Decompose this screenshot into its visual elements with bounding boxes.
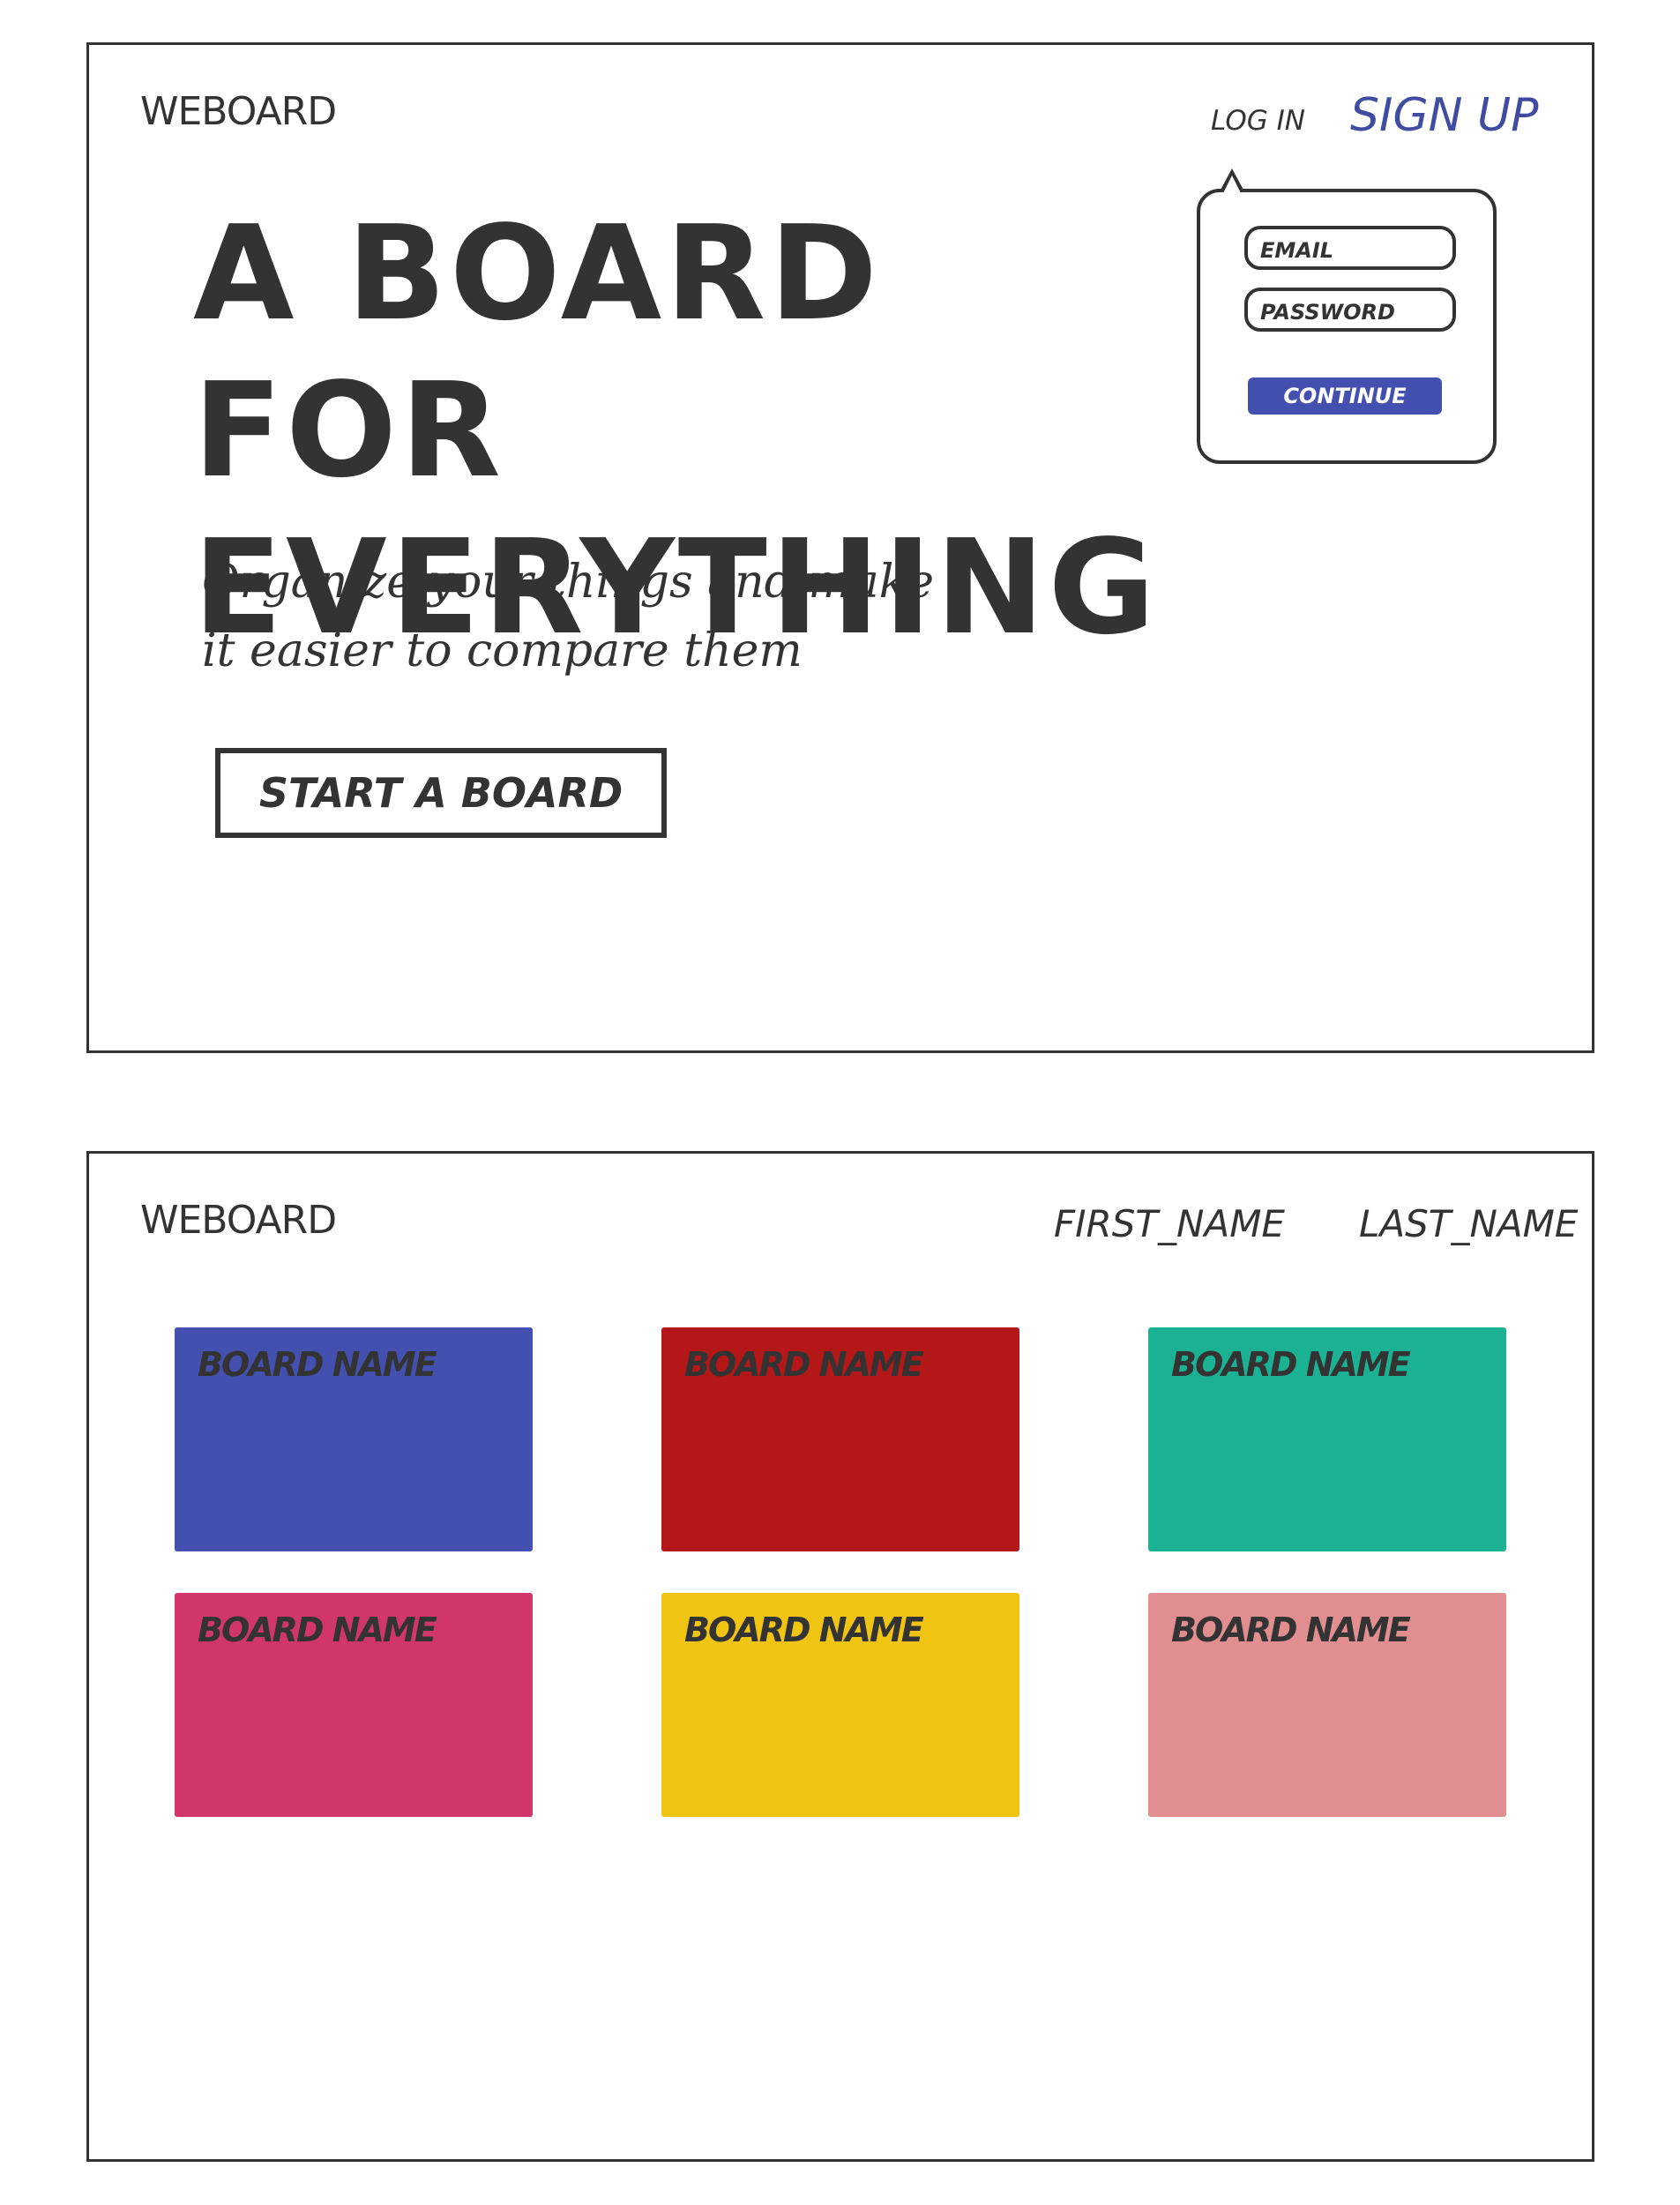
board-card[interactable]: BOARD NAME: [1148, 1593, 1506, 1817]
email-field[interactable]: EMAIL: [1244, 226, 1456, 270]
start-board-button[interactable]: START A BOARD: [215, 748, 667, 838]
user-first-name[interactable]: FIRST_NAME: [1054, 1202, 1285, 1245]
board-card[interactable]: BOARD NAME: [661, 1327, 1019, 1551]
popover-pointer-fill: [1223, 176, 1241, 193]
board-name: BOARD NAME: [684, 1345, 924, 1384]
board-card[interactable]: BOARD NAME: [661, 1593, 1019, 1817]
hero-title-line-1: A BOARD FOR: [193, 198, 882, 506]
signup-popover: EMAIL PASSWORD CONTINUE: [1197, 189, 1497, 464]
hero-subtitle: Organize your things and make it easier …: [202, 548, 1013, 685]
board-name: BOARD NAME: [198, 1611, 437, 1649]
password-field[interactable]: PASSWORD: [1244, 288, 1456, 332]
board-card[interactable]: BOARD NAME: [175, 1327, 533, 1551]
board-card[interactable]: BOARD NAME: [175, 1593, 533, 1817]
hero-subtitle-line-1: Organize your things and make: [202, 556, 935, 609]
continue-button[interactable]: CONTINUE: [1248, 377, 1442, 415]
board-name: BOARD NAME: [1171, 1611, 1411, 1649]
logo[interactable]: WEBOARD: [140, 1198, 337, 1243]
user-last-name[interactable]: LAST_NAME: [1359, 1202, 1578, 1245]
board-name: BOARD NAME: [198, 1345, 437, 1384]
board-card[interactable]: BOARD NAME: [1148, 1327, 1506, 1551]
login-link[interactable]: LOG IN: [1211, 105, 1305, 137]
board-name: BOARD NAME: [1171, 1345, 1411, 1384]
dashboard-frame: WEBOARD FIRST_NAME LAST_NAME BOARD NAME …: [86, 1151, 1594, 2162]
signup-link[interactable]: SIGN UP: [1350, 89, 1538, 142]
logo[interactable]: WEBOARD: [140, 89, 337, 134]
landing-page-frame: WEBOARD LOG IN SIGN UP A BOARD FOR EVERY…: [86, 42, 1594, 1053]
board-name: BOARD NAME: [684, 1611, 924, 1649]
hero-subtitle-line-2: it easier to compare them: [202, 624, 803, 677]
